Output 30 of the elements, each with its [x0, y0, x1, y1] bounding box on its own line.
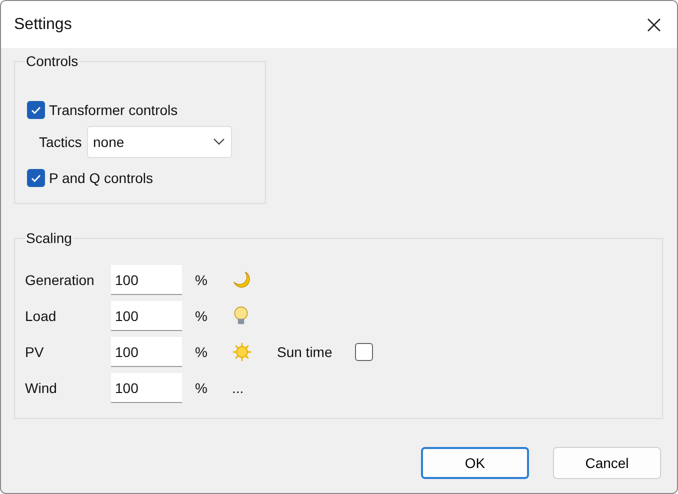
input-field[interactable]: 100	[111, 337, 182, 367]
checkbox[interactable]	[27, 169, 45, 187]
group-title: Scaling	[25, 230, 73, 246]
dialog-button[interactable]: OK	[421, 447, 529, 479]
sun-icon	[232, 342, 252, 362]
checkbox-label: Transformer controls	[49, 102, 178, 118]
window-title: Settings	[14, 16, 72, 34]
field-label: Tactics	[38, 134, 83, 150]
checkbox-label: Sun time	[277, 344, 332, 360]
checkbox[interactable]	[355, 343, 374, 361]
checkbox-label: P and Q controls	[49, 170, 154, 186]
chevron-icon	[213, 138, 225, 146]
unit-label: %	[195, 380, 208, 396]
moon-icon	[232, 270, 252, 290]
field-label: PV	[25, 344, 45, 360]
unit-label: %	[195, 344, 208, 360]
group-title: Controls	[25, 53, 80, 69]
input-field[interactable]: 100	[111, 301, 182, 331]
input-field[interactable]: 100	[111, 265, 182, 295]
field-label: Wind	[25, 380, 58, 396]
tactics-dropdown[interactable]: none	[87, 126, 232, 158]
unit-label: %	[195, 272, 208, 288]
checkbox[interactable]	[27, 101, 45, 119]
dialog-button[interactable]: Cancel	[553, 447, 661, 479]
input-field[interactable]: 100	[111, 373, 182, 403]
light-bulb-icon	[232, 305, 250, 327]
unit-label: %	[195, 308, 208, 324]
field-label: Load	[25, 308, 58, 324]
field-label: Generation	[25, 272, 96, 288]
more-label: ...	[232, 380, 244, 396]
